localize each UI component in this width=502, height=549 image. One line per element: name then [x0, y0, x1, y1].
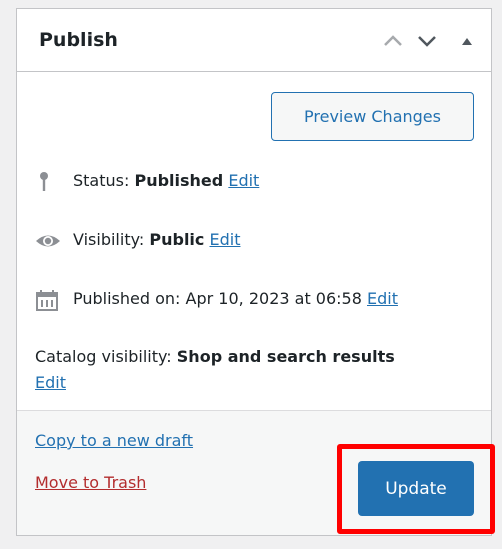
status-row: Status: Published Edit [35, 170, 259, 193]
status-value: Published [134, 171, 224, 190]
edit-catalog-visibility-link[interactable]: Edit [35, 373, 66, 392]
eye-icon [35, 230, 61, 252]
update-button[interactable]: Update [358, 461, 474, 516]
move-to-trash-link[interactable]: Move to Trash [35, 473, 146, 492]
panel-header: Publish [17, 9, 491, 72]
pin-icon [35, 171, 61, 193]
publish-panel: Publish Preview Changes Status: Publishe… [16, 8, 492, 536]
triangle-up-icon [462, 38, 472, 45]
copy-to-new-draft-link[interactable]: Copy to a new draft [35, 431, 193, 450]
chevron-down-icon [418, 36, 436, 47]
edit-status-link[interactable]: Edit [228, 171, 259, 190]
visibility-row: Visibility: Public Edit [35, 229, 240, 252]
visibility-value: Public [149, 230, 205, 249]
move-down-button[interactable] [413, 27, 441, 55]
published-on-row: Published on: Apr 10, 2023 at 06:58 Edit [35, 288, 398, 311]
calendar-icon [35, 289, 61, 311]
move-up-button[interactable] [379, 27, 407, 55]
catalog-visibility-label: Catalog visibility: [35, 347, 177, 366]
catalog-visibility-value: Shop and search results [176, 347, 395, 366]
catalog-visibility-row: Catalog visibility: Shop and search resu… [35, 344, 395, 396]
edit-published-date-link[interactable]: Edit [367, 289, 398, 308]
publish-footer: Copy to a new draft Move to Trash Update [17, 410, 491, 535]
status-label: Status: [73, 171, 135, 190]
preview-changes-button[interactable]: Preview Changes [271, 92, 474, 141]
chevron-up-icon [384, 35, 402, 46]
toggle-panel-button[interactable] [453, 27, 481, 55]
published-on-label: Published on: [73, 289, 186, 308]
visibility-label: Visibility: [73, 230, 150, 249]
published-on-value: Apr 10, 2023 at 06:58 [185, 289, 362, 308]
panel-title: Publish [39, 29, 118, 51]
edit-visibility-link[interactable]: Edit [210, 230, 241, 249]
